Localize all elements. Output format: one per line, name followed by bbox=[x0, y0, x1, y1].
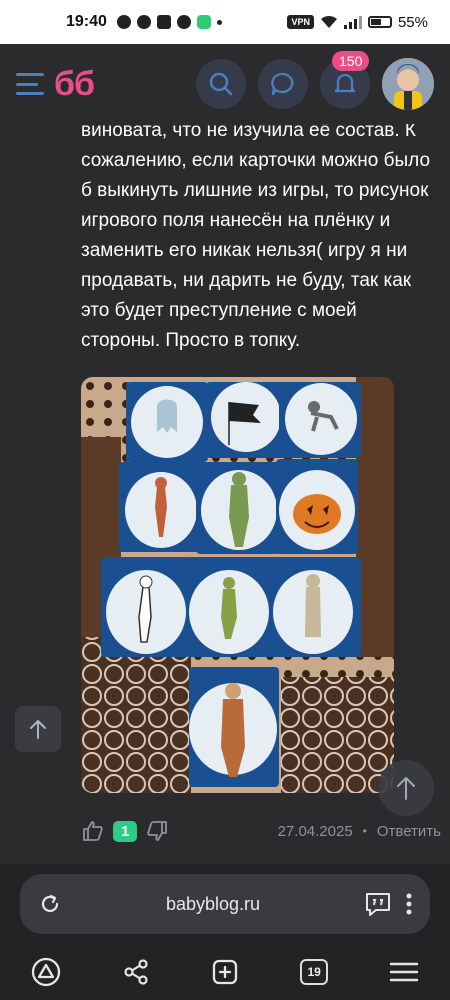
app-notification-icon bbox=[196, 15, 211, 29]
status-app-icons bbox=[116, 15, 222, 29]
menu-line bbox=[16, 92, 44, 95]
wifi-icon bbox=[320, 15, 337, 28]
battery-icon bbox=[367, 16, 392, 28]
tabs-button[interactable]: 19 bbox=[300, 959, 329, 985]
notifications-badge: 150 bbox=[332, 51, 370, 71]
signal-icon bbox=[343, 16, 362, 29]
menu-button[interactable] bbox=[16, 73, 44, 95]
address-bar[interactable]: babyblog.ru bbox=[20, 874, 430, 934]
chat-bubble-icon bbox=[271, 72, 294, 96]
menu-icon[interactable] bbox=[389, 960, 419, 984]
likes-count: 1 bbox=[113, 820, 138, 842]
browser-bottom-bar: babyblog.ru bbox=[0, 864, 450, 944]
separator-dot: • bbox=[362, 824, 367, 838]
status-right: VPN 55% bbox=[287, 14, 428, 31]
reload-icon[interactable] bbox=[38, 892, 62, 916]
comment-text: виновата, что не изучила её состав. К со… bbox=[81, 124, 431, 351]
arrow-up-icon bbox=[397, 777, 415, 800]
scroll-to-top-button[interactable] bbox=[15, 706, 61, 752]
comment-photo[interactable] bbox=[81, 377, 394, 793]
board-game-photo bbox=[81, 377, 394, 793]
messages-button[interactable] bbox=[258, 59, 308, 109]
more-notifications-dot bbox=[216, 19, 222, 25]
battery-percent: 55% bbox=[397, 13, 428, 31]
arrow-up-icon bbox=[30, 720, 46, 739]
telegram-icon bbox=[136, 15, 151, 29]
status-time: 19:40 bbox=[66, 13, 107, 30]
vpn-indicator: VPN bbox=[287, 15, 314, 29]
floating-scroll-up-button[interactable] bbox=[378, 760, 434, 816]
alice-icon[interactable] bbox=[31, 957, 61, 987]
site-header: бб 150 bbox=[0, 44, 450, 124]
avatar-image bbox=[382, 58, 434, 110]
quote-chat-icon[interactable] bbox=[364, 891, 392, 917]
share-icon[interactable] bbox=[122, 958, 150, 986]
url-text[interactable]: babyblog.ru bbox=[62, 894, 364, 915]
bell-icon bbox=[334, 73, 356, 93]
whatsapp-icon bbox=[116, 15, 131, 29]
user-avatar[interactable] bbox=[382, 58, 434, 110]
thumbs-up-icon[interactable] bbox=[81, 819, 105, 843]
comment-content: виновата, что не изучила её состав. К со… bbox=[0, 124, 450, 864]
reply-link[interactable]: Ответить bbox=[377, 823, 441, 840]
status-bar: 19:40 VPN 55% bbox=[0, 0, 450, 44]
browser-nav-bar: 19 bbox=[0, 944, 450, 1000]
menu-line bbox=[16, 73, 44, 76]
temu-icon bbox=[156, 15, 171, 29]
tabs-count: 19 bbox=[307, 965, 321, 979]
menu-line bbox=[16, 82, 38, 86]
threads-icon bbox=[176, 15, 191, 29]
site-logo[interactable]: бб bbox=[54, 65, 95, 104]
search-icon bbox=[209, 72, 233, 96]
header-actions: 150 bbox=[196, 51, 434, 110]
search-button[interactable] bbox=[196, 59, 246, 109]
thumbs-down-icon[interactable] bbox=[145, 819, 169, 843]
notifications-button[interactable]: 150 bbox=[320, 51, 370, 109]
comment-date: 27.04.2025 bbox=[277, 822, 353, 840]
new-tab-icon[interactable] bbox=[211, 958, 239, 986]
more-vertical-icon[interactable] bbox=[406, 892, 412, 916]
comment-actions: 1 27.04.2025 • Ответить bbox=[81, 816, 441, 846]
